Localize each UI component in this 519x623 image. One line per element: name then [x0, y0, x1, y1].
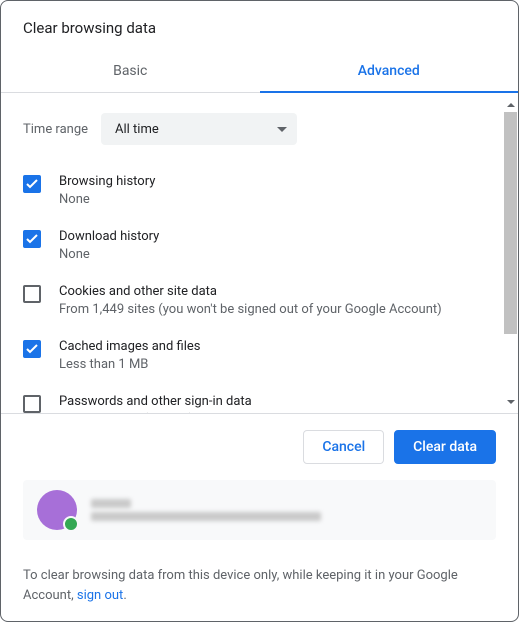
item-primary: Cached images and files	[59, 339, 200, 354]
item-text: Cookies and other site data From 1,449 si…	[59, 284, 442, 317]
cancel-button[interactable]: Cancel	[303, 430, 384, 464]
dialog-title: Clear browsing data	[1, 1, 518, 51]
item-secondary: None	[59, 247, 159, 262]
checkbox[interactable]	[23, 285, 41, 303]
time-range-label: Time range	[23, 122, 101, 137]
list-item: Download history None	[23, 218, 496, 273]
item-text: Passwords and other sign-in data 24 passw…	[59, 394, 252, 413]
clear-data-button[interactable]: Clear data	[394, 430, 496, 464]
time-range-select[interactable]: All time	[101, 113, 297, 145]
list-item: Cached images and files Less than 1 MB	[23, 328, 496, 383]
scroll-down-icon[interactable]	[503, 394, 518, 409]
clear-browsing-data-dialog: Clear browsing data Basic Advanced Time …	[0, 0, 519, 622]
dropdown-icon	[277, 127, 287, 132]
item-primary: Browsing history	[59, 174, 155, 189]
list-item: Cookies and other site data From 1,449 si…	[23, 273, 496, 328]
item-secondary: None	[59, 192, 155, 207]
list-item: Passwords and other sign-in data 24 passw…	[23, 383, 496, 413]
sign-out-link[interactable]: sign out	[77, 588, 123, 603]
item-secondary: Less than 1 MB	[59, 357, 200, 372]
checkbox[interactable]	[23, 230, 41, 248]
checkbox[interactable]	[23, 395, 41, 413]
item-text: Download history None	[59, 229, 159, 262]
scrollbar-thumb[interactable]	[504, 112, 517, 334]
scroll-area: Time range All time Browsing history None…	[1, 93, 518, 413]
scroll-up-icon[interactable]	[503, 97, 518, 112]
footer-text: To clear browsing data from this device …	[1, 554, 518, 623]
avatar	[37, 490, 77, 530]
tab-advanced[interactable]: Advanced	[260, 51, 519, 92]
list-item: Browsing history None	[23, 163, 496, 218]
item-secondary: From 1,449 sites (you won't be signed ou…	[59, 302, 442, 317]
scrollbar-track[interactable]	[503, 112, 518, 394]
time-range-row: Time range All time	[23, 93, 496, 163]
dialog-buttons: Cancel Clear data	[1, 413, 518, 480]
item-text: Cached images and files Less than 1 MB	[59, 339, 200, 372]
item-primary: Passwords and other sign-in data	[59, 394, 252, 409]
scrollbar[interactable]	[503, 97, 518, 409]
account-card	[23, 480, 496, 540]
time-range-value: All time	[115, 122, 159, 137]
footer-suffix: .	[123, 588, 126, 603]
item-secondary: 24 passwords (synced)	[59, 412, 252, 413]
tabs: Basic Advanced	[1, 51, 518, 93]
sync-badge-icon	[63, 516, 79, 532]
checkbox[interactable]	[23, 340, 41, 358]
item-text: Browsing history None	[59, 174, 155, 207]
checkbox[interactable]	[23, 175, 41, 193]
account-info	[91, 495, 482, 525]
tab-basic[interactable]: Basic	[1, 51, 260, 92]
item-primary: Cookies and other site data	[59, 284, 442, 299]
item-primary: Download history	[59, 229, 159, 244]
